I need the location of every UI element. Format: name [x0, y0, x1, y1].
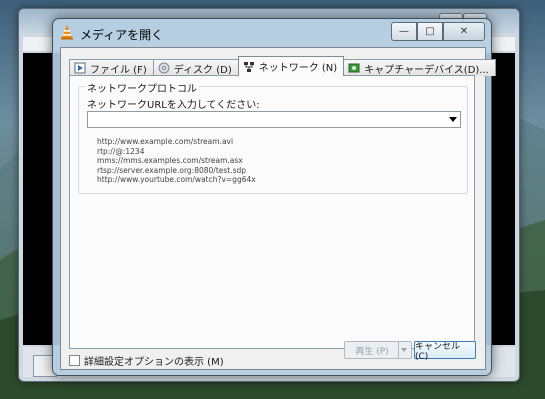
example-url: http://www.example.com/stream.avi: [97, 137, 234, 146]
disc-icon: [158, 62, 170, 74]
tab-disc-label: ディスク (D): [173, 64, 232, 76]
tab-capture-device-label: キャプチャーデバイス(D)...: [364, 64, 489, 76]
dialog-title: メディアを開く: [80, 28, 164, 42]
cancel-button[interactable]: キャンセル (C): [414, 341, 476, 362]
tab-network[interactable]: ネットワーク (N): [237, 56, 345, 76]
chevron-down-icon[interactable]: [449, 117, 457, 122]
file-play-icon: [74, 62, 86, 74]
play-options-dropdown[interactable]: [398, 341, 412, 359]
dialog-content: ファイル (F) ディスク (D) ネットワーク (N) キャプチャーデバイス(…: [60, 47, 496, 370]
example-url: http://www.yourtube.com/watch?v=gg64x: [97, 175, 256, 184]
example-url: rtp://@:1234: [97, 146, 145, 156]
tab-file[interactable]: ファイル (F): [69, 59, 154, 76]
tab-disc[interactable]: ディスク (D): [152, 59, 239, 76]
example-url: mms://mms.examples.com/stream.asx: [97, 156, 243, 165]
dialog-titlebar[interactable]: メディアを開く — □ ✕: [53, 19, 491, 45]
advanced-options-toggle[interactable]: 詳細設定オプションの表示 (M): [69, 353, 224, 368]
tab-capture-device[interactable]: キャプチャーデバイス(D)...: [343, 59, 496, 76]
close-button[interactable]: ✕: [443, 22, 485, 41]
network-tab-panel: ネットワークプロトコル ネットワークURLを入力してください: http://w…: [69, 75, 475, 349]
example-url: rtsp://server.example.org:8080/test.sdp: [97, 165, 247, 175]
tab-bar: ファイル (F) ディスク (D) ネットワーク (N) キャプチャーデバイス(…: [69, 56, 496, 76]
play-button[interactable]: 再生 (P): [344, 341, 400, 359]
open-media-dialog: メディアを開く — □ ✕ ファイル (F) ディスク (D) ネットワーク (…: [52, 18, 496, 376]
advanced-options-label: 詳細設定オプションの表示 (M): [84, 357, 224, 368]
url-combobox[interactable]: [87, 111, 461, 128]
network-protocol-group: ネットワークプロトコル ネットワークURLを入力してください: http://w…: [78, 80, 468, 194]
network-icon: [243, 61, 254, 72]
url-examples: http://www.example.com/stream.avi rtp://…: [97, 137, 256, 185]
advanced-options-checkbox[interactable]: [69, 355, 80, 366]
vlc-cone-icon: [61, 25, 73, 40]
tab-network-label: ネットワーク (N): [258, 63, 338, 74]
minimize-button[interactable]: —: [391, 22, 417, 41]
group-title: ネットワークプロトコル: [85, 80, 199, 95]
tab-file-label: ファイル (F): [90, 64, 147, 76]
capture-device-icon: [348, 63, 360, 73]
maximize-button[interactable]: □: [417, 22, 443, 41]
url-input[interactable]: [88, 113, 444, 126]
url-label: ネットワークURLを入力してください:: [87, 100, 260, 111]
